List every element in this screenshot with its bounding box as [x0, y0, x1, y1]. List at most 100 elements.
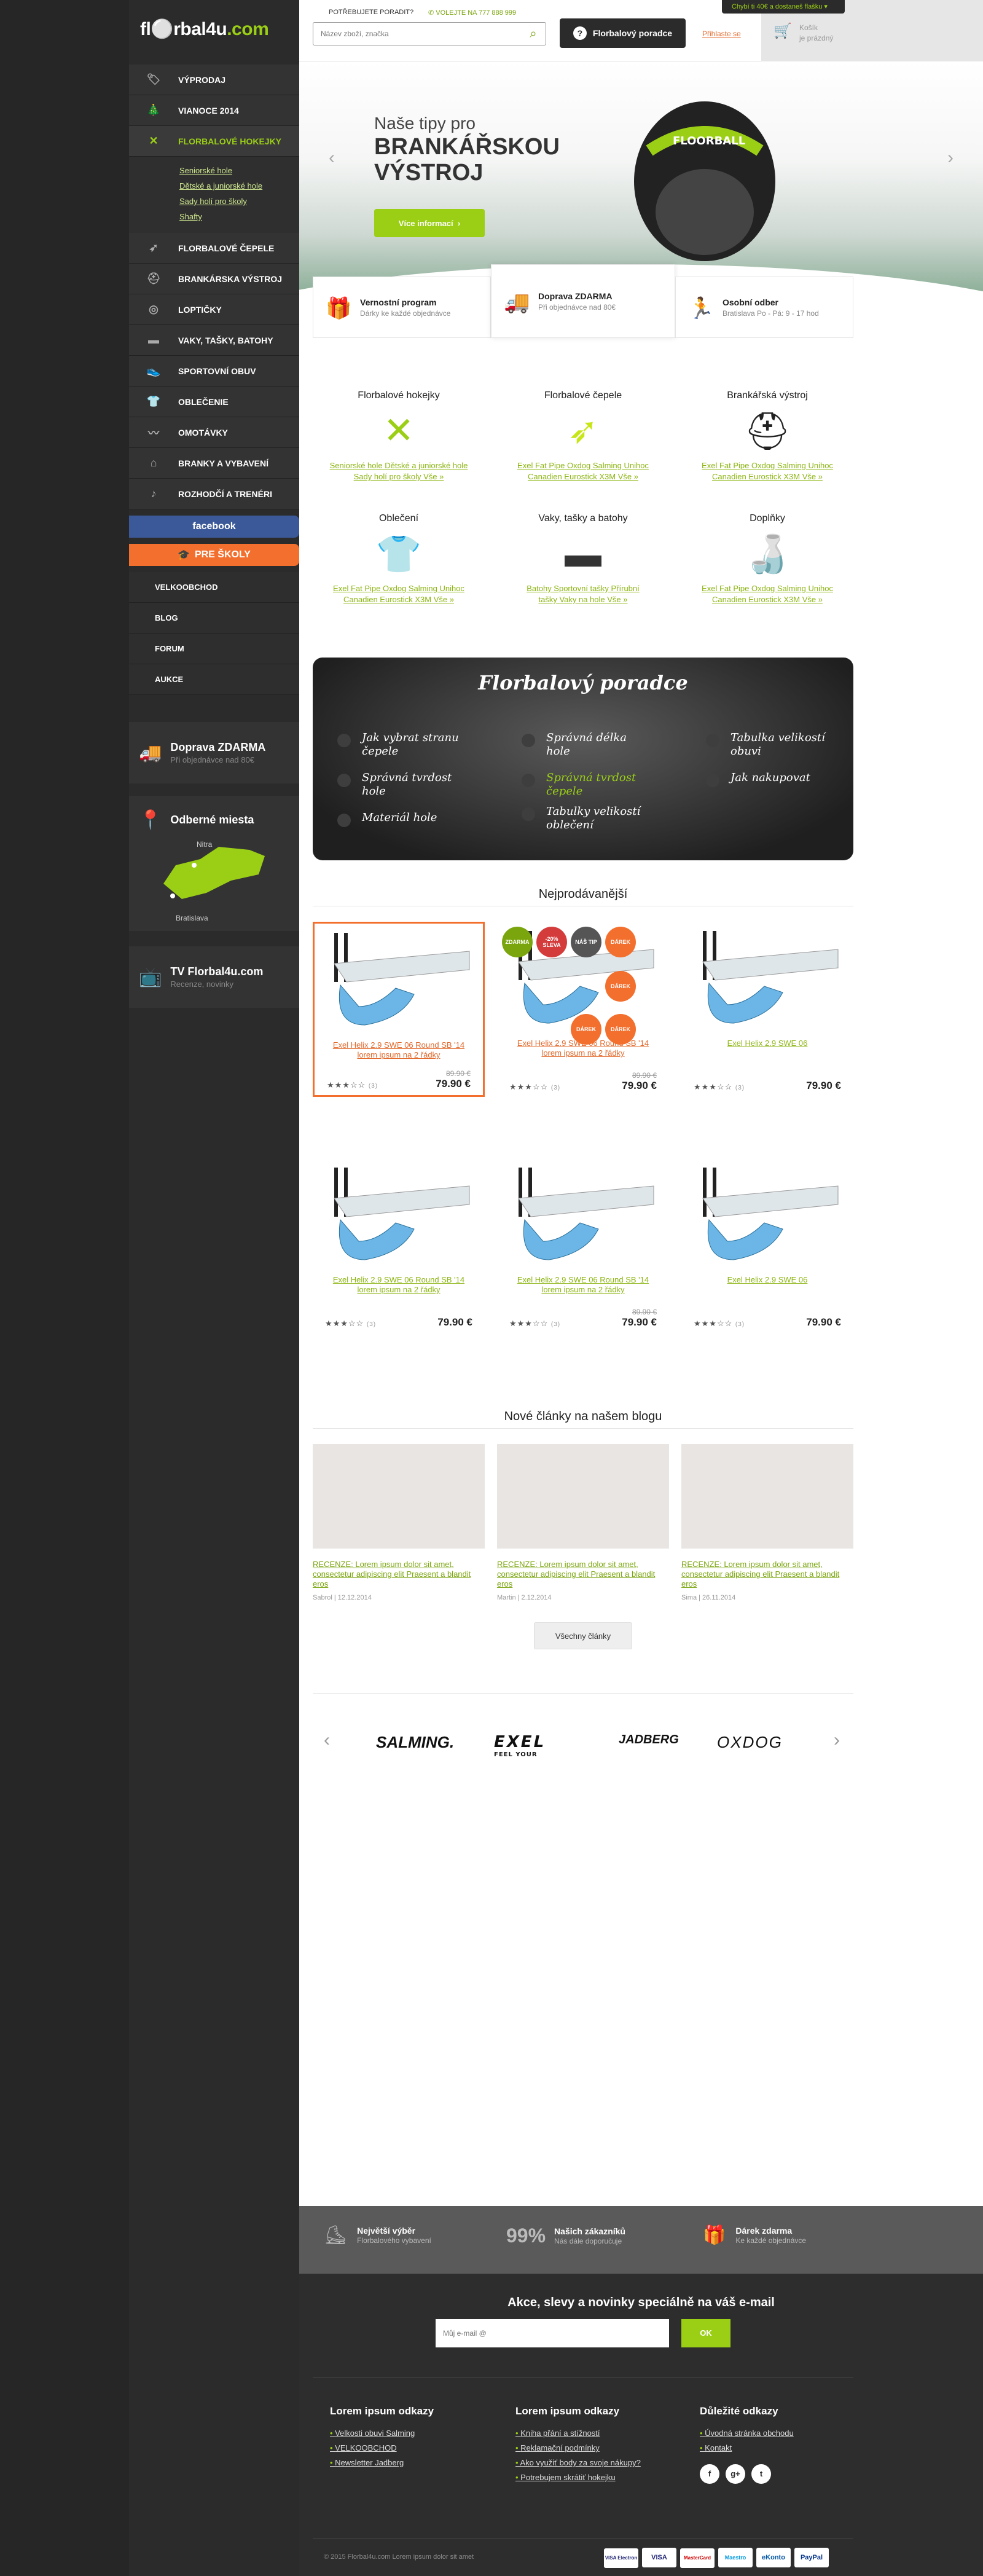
product-card[interactable]: Exel Helix 2.9 SWE 06 ★★★☆☆ (3) 79.90 € [681, 1158, 853, 1333]
footer-link[interactable]: Velkosti obuvi Salming [330, 2426, 434, 2441]
sidebar-item-bags[interactable]: ▬ VAKY, TAŠKY, BATOHY [129, 325, 299, 356]
blog-title[interactable]: RECENZE: Lorem ipsum dolor sit amet, con… [681, 1560, 853, 1589]
category-links[interactable]: Canadien Eurostick X3M Vše » [681, 471, 853, 482]
product-card[interactable]: Exel Helix 2.9 SWE 06 ★★★☆☆ (3) 79.90 € [681, 922, 853, 1097]
category-blades[interactable]: Florbalové čepele ➶ Exel Fat Pipe Oxdog Sa… [497, 390, 669, 482]
footer-link[interactable]: Kniha přání a stížností [515, 2426, 641, 2441]
feature-loyalty[interactable]: 🎁 Vernostní program Dárky ke každé objedná… [313, 277, 491, 338]
advisor-button[interactable]: ? Florbalový poradce [560, 18, 686, 48]
tv-box[interactable]: 📺 TV Florbal4u.com Recenze, novinky [129, 946, 299, 1008]
category-links[interactable]: Canadien Eurostick X3M Vše » [497, 471, 669, 482]
schools-button[interactable]: 🎓 PRE ŠKOLY [129, 544, 299, 566]
advisor-link[interactable]: Materiál hole [337, 811, 460, 827]
link-wholesale[interactable]: VELKOOBCHOD [129, 572, 299, 603]
subitem-senior[interactable]: Seniorské hole [179, 163, 299, 178]
hero-more-button[interactable]: Více informací › [374, 209, 485, 237]
brand-salming[interactable]: SALMING. [376, 1733, 454, 1752]
hero-next-arrow[interactable]: › [947, 147, 954, 168]
product-name[interactable]: Exel Helix 2.9 SWE 06 [681, 1275, 853, 1285]
category-links[interactable]: Exel Fat Pipe Oxdog Salming Unihoc [497, 460, 669, 471]
blog-title[interactable]: RECENZE: Lorem ipsum dolor sit amet, con… [497, 1560, 669, 1589]
category-links[interactable]: Exel Fat Pipe Oxdog Salming Unihoc [313, 583, 485, 594]
footer-link[interactable]: Úvodná stránka obchodu [700, 2426, 794, 2441]
facebook-button[interactable]: facebook [129, 516, 299, 538]
sidebar-item-shoes[interactable]: 👟 SPORTOVNÍ OBUV [129, 356, 299, 387]
link-blog[interactable]: BLOG [129, 603, 299, 634]
product-card[interactable]: Exel Helix 2.9 SWE 06 Round SB '14 lorem… [313, 922, 485, 1097]
category-links[interactable]: Sady holí pro školy Vše » [313, 471, 485, 482]
link-forum[interactable]: FORUM [129, 634, 299, 664]
sidebar-item-goals[interactable]: ⌂ BRANKY A VYBAVENÍ [129, 448, 299, 479]
sidebar-item-referees[interactable]: ♪ ROZHODČÍ A TRENÉRI [129, 479, 299, 509]
search-icon[interactable]: ⌕ [521, 27, 546, 41]
brands-prev-arrow[interactable]: ‹ [324, 1730, 330, 1751]
brands-next-arrow[interactable]: › [834, 1730, 840, 1751]
link-auction[interactable]: AUKCE [129, 664, 299, 695]
search-input[interactable] [313, 29, 521, 38]
subitem-junior[interactable]: Dětské a juniorské hole [179, 178, 299, 194]
product-name[interactable]: Exel Helix 2.9 SWE 06 Round SB '14 lorem… [497, 1275, 669, 1295]
blog-card[interactable]: RECENZE: Lorem ipsum dolor sit amet, con… [313, 1444, 485, 1601]
phone-link[interactable]: ✆ VOLEJTE NA 777 888 999 [428, 9, 516, 17]
category-links[interactable]: tašky Vaky na hole Vše » [497, 594, 669, 605]
brand-oxdog[interactable]: OXDOG [717, 1733, 783, 1752]
category-links[interactable]: Exel Fat Pipe Oxdog Salming Unihoc [681, 583, 853, 594]
product-name[interactable]: Exel Helix 2.9 SWE 06 [681, 1039, 853, 1048]
footer-link[interactable]: Potrebujem skrátiť hokejku [515, 2470, 641, 2485]
subitem-shafts[interactable]: Shafty [179, 209, 299, 224]
advisor-link[interactable]: Tabulky velikostí oblečení [522, 805, 644, 832]
pickup-box[interactable]: 📍 Odberné miesta Nitra Bratislava [129, 796, 299, 931]
blog-title[interactable]: RECENZE: Lorem ipsum dolor sit amet, con… [313, 1560, 485, 1589]
sidebar-item-clothing[interactable]: 👕 OBLEČENIE [129, 387, 299, 417]
product-card[interactable]: Exel Helix 2.9 SWE 06 Round SB '14 lorem… [313, 1158, 485, 1333]
sidebar-item-christmas[interactable]: 🎄 VIANOCE 2014 [129, 95, 299, 126]
newsletter-email-input[interactable] [436, 2319, 669, 2347]
footer-link[interactable]: Newsletter Jadberg [330, 2456, 434, 2470]
advisor-link[interactable]: Jak vybrat stranu čepele [337, 731, 460, 758]
category-accessories[interactable]: Doplňky 🍶 Exel Fat Pipe Oxdog Salming Unih… [681, 513, 853, 605]
product-card[interactable]: Exel Helix 2.9 SWE 06 Round SB '14 lorem… [497, 922, 669, 1097]
sidebar-item-sticks[interactable]: ✕ FLORBALOVÉ HOKEJKY [129, 126, 299, 157]
product-name[interactable]: Exel Helix 2.9 SWE 06 Round SB '14 lorem… [313, 1275, 485, 1295]
twitter-icon[interactable]: t [751, 2464, 771, 2484]
subitem-school-sets[interactable]: Sady holí pro školy [179, 194, 299, 209]
category-clothing[interactable]: Oblečení 👕 Exel Fat Pipe Oxdog Salming Uni… [313, 513, 485, 605]
brand-exel[interactable]: EXEL FEEL YOUR [494, 1733, 546, 1758]
feature-pickup[interactable]: 🏃 Osobní odber Bratislava Po - Pá: 9 - 17 … [675, 277, 853, 338]
footer-link[interactable]: Kontakt [700, 2441, 794, 2456]
blog-card[interactable]: RECENZE: Lorem ipsum dolor sit amet, con… [681, 1444, 853, 1601]
footer-link[interactable]: Ako využiť body za svoje nákupy? [515, 2456, 640, 2470]
category-links[interactable]: Canadien Eurostick X3M Vše » [313, 594, 485, 605]
google-plus-icon[interactable]: g+ [726, 2464, 745, 2484]
blog-card[interactable]: RECENZE: Lorem ipsum dolor sit amet, con… [497, 1444, 669, 1601]
shipping-box[interactable]: 🚚 Doprava ZDARMA Při objednávce nad 80€ [129, 722, 299, 783]
advisor-link[interactable]: Tabulka velikostí obuvi [706, 731, 829, 758]
footer-link[interactable]: Reklamační podmínky [515, 2441, 641, 2456]
footer-link[interactable]: VELKOOBCHOD [330, 2441, 434, 2456]
hero-prev-arrow[interactable]: ‹ [329, 147, 335, 168]
category-goalie[interactable]: Brankářská výstroj ⛑ Exel Fat Pipe Oxdog S… [681, 390, 853, 482]
logo[interactable]: fl⚪rbal4u.com [140, 18, 269, 40]
category-bags[interactable]: Vaky, tašky a batohy ▬ Batohy Sportovní ta… [497, 513, 669, 605]
all-articles-button[interactable]: Všechny články [534, 1622, 632, 1649]
brand-jadberg[interactable]: JADBERG [619, 1733, 679, 1747]
sidebar-item-balls[interactable]: ◎ LOPTIČKY [129, 294, 299, 325]
newsletter-submit-button[interactable]: OK [681, 2319, 730, 2347]
category-links[interactable]: Exel Fat Pipe Oxdog Salming Unihoc [681, 460, 853, 471]
sidebar-item-goalie[interactable]: ⛑ BRANKÁRSKA VÝSTROJ [129, 264, 299, 294]
sidebar-item-grips[interactable]: 〰 OMOTÁVKY [129, 417, 299, 448]
advisor-link[interactable]: Jak nakupovat [706, 771, 829, 787]
sidebar-item-blades[interactable]: ➶ FLORBALOVÉ ČEPELE [129, 233, 299, 264]
advisor-link[interactable]: Správná tvrdost hole [337, 771, 460, 798]
category-sticks[interactable]: Florbalové hokejky ✕ Seniorské hole Dětské… [313, 390, 485, 482]
advisor-link[interactable]: Správná tvrdost čepele [522, 771, 644, 798]
category-links[interactable]: Seniorské hole Dětské a juniorské hole [313, 460, 485, 471]
sidebar-item-sale[interactable]: 🏷 VÝPRODAJ [129, 65, 299, 95]
login-link[interactable]: Přihlaste se [702, 29, 741, 38]
advisor-link[interactable]: Správná délka hole [522, 731, 644, 758]
facebook-icon[interactable]: f [700, 2464, 719, 2484]
category-links[interactable]: Canadien Eurostick X3M Vše » [681, 594, 853, 605]
product-card[interactable]: Exel Helix 2.9 SWE 06 Round SB '14 lorem… [497, 1158, 669, 1333]
feature-shipping[interactable]: 🚚 Doprava ZDARMA Při objednávce nad 80€ [491, 264, 675, 338]
product-name[interactable]: Exel Helix 2.9 SWE 06 Round SB '14 lorem… [315, 1040, 483, 1060]
